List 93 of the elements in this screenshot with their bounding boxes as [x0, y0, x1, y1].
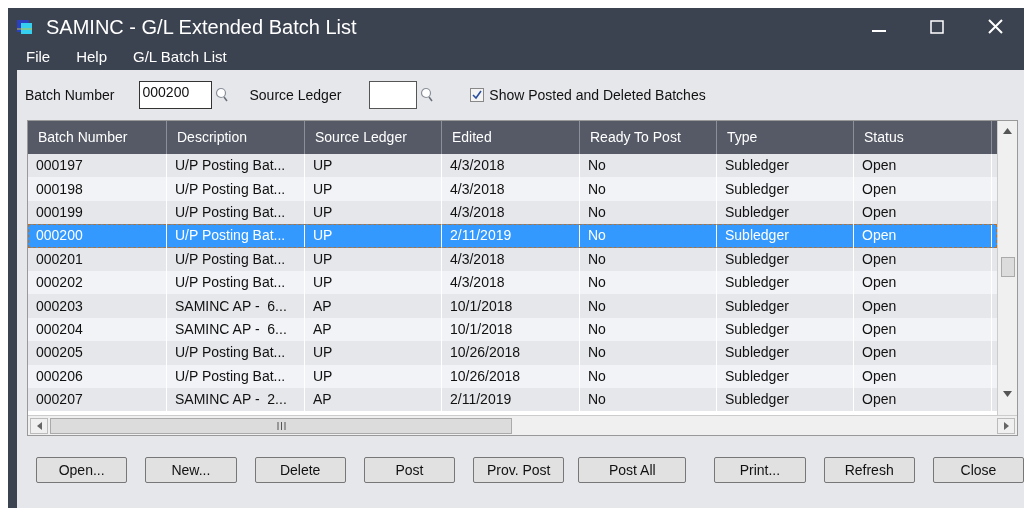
table-cell: 000203: [28, 294, 167, 318]
table-cell: Open: [854, 341, 992, 365]
table-row[interactable]: 000204 SAMINC AP - 6... AP 10/1/2018 No Subledger Open: [28, 317, 997, 342]
table-cell: U/P Posting Bat...: [167, 224, 305, 248]
action-button[interactable]: Post All: [578, 457, 687, 483]
table-cell: 000205: [28, 341, 167, 365]
table-cell: 10/26/2018: [442, 341, 580, 365]
table-cell: 10/1/2018: [442, 294, 580, 318]
input-field[interactable]: [369, 81, 418, 109]
input-field[interactable]: 000200: [139, 81, 213, 109]
action-button[interactable]: Post: [363, 457, 456, 483]
table-cell: No: [580, 294, 717, 318]
table-cell: Subledger: [717, 294, 854, 318]
table-cell: No: [580, 224, 717, 248]
table-cell: No: [580, 177, 717, 201]
action-button[interactable]: Delete: [254, 457, 346, 483]
action-button[interactable]: Prov. Post: [473, 457, 565, 483]
table-cell: 4/3/2018: [442, 247, 580, 271]
table-cell: Open: [854, 364, 992, 388]
field-label: Source Ledger: [249, 85, 342, 105]
scroll-thumb[interactable]: [1001, 257, 1015, 277]
app-icon: [16, 17, 34, 36]
minimize-icon: [872, 29, 886, 32]
table-cell: 2/11/2019: [442, 224, 580, 248]
table-cell: UP: [305, 224, 442, 248]
table-cell: UP: [305, 177, 442, 201]
close-icon: [987, 19, 1003, 34]
menu-item[interactable]: File: [26, 46, 51, 69]
table-cell: 000200: [28, 224, 167, 248]
table-cell: 000201: [28, 247, 167, 271]
horizontal-scrollbar[interactable]: [28, 415, 1017, 435]
maximize-icon: [930, 19, 944, 34]
table-cell: Open: [854, 247, 992, 271]
table-cell: U/P Posting Bat...: [167, 177, 305, 201]
table-cell: 000206: [28, 364, 167, 388]
field-label: Batch Number: [25, 85, 115, 105]
scroll-up-icon: [1003, 128, 1012, 134]
table-cell: No: [580, 387, 717, 412]
table-cell: Subledger: [717, 341, 854, 365]
action-button[interactable]: New...: [145, 457, 237, 483]
table-cell: U/P Posting Bat...: [167, 364, 305, 388]
table-cell: Subledger: [717, 387, 854, 412]
table-cell: Open: [854, 387, 992, 412]
table-row[interactable]: 000207 SAMINC AP - 2... AP 2/11/2019 No Subledger Open: [28, 387, 997, 412]
table-cell: SAMINC AP - 2...: [167, 387, 305, 412]
checkbox-label: Show Posted and Deleted Batches: [489, 85, 706, 105]
table-row[interactable]: 000205 U/P Posting Bat... UP 10/26/2018 No Subledger Open: [28, 341, 997, 365]
action-button[interactable]: Open...: [36, 457, 128, 483]
table-row[interactable]: 000198 U/P Posting Bat... UP 4/3/2018 No Subledger Open: [28, 177, 997, 201]
scroll-thumb[interactable]: [50, 417, 512, 434]
table-cell: UP: [305, 247, 442, 271]
menu-item[interactable]: Help: [76, 46, 108, 69]
table-cell: Subledger: [717, 247, 854, 271]
table-cell: 000207: [28, 387, 167, 412]
table-row[interactable]: 000203 SAMINC AP - 6... AP 10/1/2018 No Subledger Open: [28, 294, 997, 318]
scroll-right-icon: [1003, 421, 1009, 430]
table-row[interactable]: 000199 U/P Posting Bat... UP 4/3/2018 No Subledger Open: [28, 200, 997, 225]
table-cell: No: [580, 247, 717, 271]
table-row[interactable]: 000206 U/P Posting Bat... UP 10/26/2018 No Subledger Open: [28, 364, 997, 388]
table-cell: SAMINC AP - 6...: [167, 294, 305, 318]
window-title: SAMINC - G/L Extended Batch List: [46, 14, 357, 40]
scroll-down-icon: [1003, 391, 1012, 397]
table-cell: Subledger: [717, 224, 854, 248]
scroll-left-icon: [36, 421, 42, 430]
table-cell: Subledger: [717, 177, 854, 201]
table-cell: 2/11/2019: [442, 387, 580, 412]
table-cell: UP: [305, 364, 442, 388]
checkbox[interactable]: [470, 88, 485, 102]
table-cell: No: [580, 341, 717, 365]
vertical-scrollbar[interactable]: [997, 121, 1017, 415]
table-cell: U/P Posting Bat...: [167, 247, 305, 271]
table-row[interactable]: 000197 U/P Posting Bat... UP 4/3/2018 No Subledger Open: [28, 154, 997, 178]
table-cell: 10/26/2018: [442, 364, 580, 388]
table-cell: AP: [305, 294, 442, 318]
table-row[interactable]: 000201 U/P Posting Bat... UP 4/3/2018 No Subledger Open: [28, 247, 997, 271]
table-cell: Open: [854, 177, 992, 201]
table-cell: UP: [305, 341, 442, 365]
table-cell: 4/3/2018: [442, 177, 580, 201]
table-cell: 000198: [28, 177, 167, 201]
search-icon[interactable]: [215, 87, 230, 103]
table-cell: AP: [305, 387, 442, 412]
grip-icon: [276, 421, 286, 430]
table-cell: U/P Posting Bat...: [167, 341, 305, 365]
table-cell: No: [580, 364, 717, 388]
table-cell: Open: [854, 294, 992, 318]
table-cell: Subledger: [717, 364, 854, 388]
search-icon[interactable]: [420, 87, 435, 103]
action-button[interactable]: Print...: [714, 457, 806, 483]
table-row[interactable]: 000202 U/P Posting Bat... UP 4/3/2018 No Subledger Open: [28, 270, 997, 295]
menu-item[interactable]: G/L Batch List: [133, 46, 227, 69]
action-button[interactable]: Close: [932, 457, 1024, 483]
table-cell: Open: [854, 224, 992, 248]
action-button[interactable]: Refresh: [823, 457, 915, 483]
